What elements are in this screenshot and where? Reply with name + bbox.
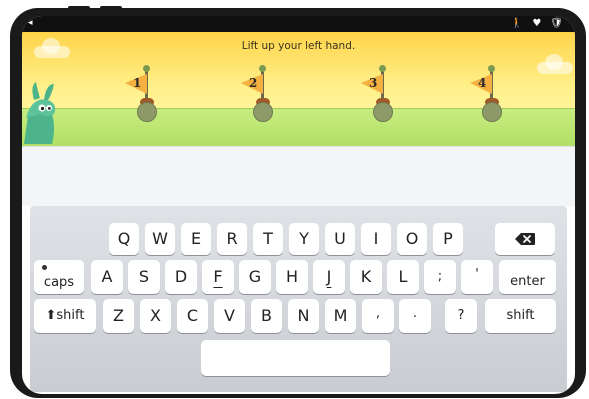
key-question[interactable]: ? [445,299,477,333]
caps-lock-indicator [42,265,47,270]
key-p[interactable]: P [433,223,463,255]
onscreen-keyboard: Q W E R T Y U I O P caps A S D F G H J K… [30,206,567,392]
key-e[interactable]: E [181,223,211,255]
flag-3-number: 3 [369,76,378,90]
heart-icon: ♥ [532,18,542,29]
flag-3-target [373,102,393,122]
key-a[interactable]: A [91,260,123,294]
shift-arrow-icon: ⬆ [45,308,57,323]
flag-1-number: 1 [133,76,142,90]
flag-1: 1 [125,65,165,128]
key-u[interactable]: U [325,223,355,255]
key-semicolon[interactable]: ; [424,260,456,294]
key-d[interactable]: D [165,260,197,294]
backspace-key[interactable] [495,223,555,255]
key-comma[interactable]: , [362,299,394,333]
key-j[interactable]: J [313,260,345,294]
space-bar[interactable] [201,340,390,376]
enter-key[interactable]: enter [499,260,556,294]
backspace-icon [515,233,535,245]
mascot-character [24,82,56,144]
flag-3: 3 [361,65,401,128]
key-z[interactable]: Z [103,299,134,333]
key-y[interactable]: Y [289,223,319,255]
key-apostrophe[interactable]: ' [461,260,493,294]
shift-right-key[interactable]: shift [485,299,556,333]
key-c[interactable]: C [177,299,208,333]
tablet-screen: ◂ 🚶 ♥ 🛡 Lift up your left hand. 1 2 3 4 … [22,16,575,394]
key-i[interactable]: I [361,223,391,255]
key-n[interactable]: N [288,299,319,333]
status-bar: ◂ 🚶 ♥ 🛡 [22,16,575,32]
key-r[interactable]: R [217,223,247,255]
key-x[interactable]: X [140,299,171,333]
key-period[interactable]: . [399,299,431,333]
key-t[interactable]: T [253,223,283,255]
key-v[interactable]: V [214,299,245,333]
flag-4-target [482,102,502,122]
key-o[interactable]: O [397,223,427,255]
status-indicator-icon: ◂ [28,18,33,28]
instruction-text: Lift up your left hand. [241,40,356,52]
flag-1-target [137,102,157,122]
key-g[interactable]: G [239,260,271,294]
cloud-right [537,54,573,74]
flag-4: 4 [470,65,510,128]
walk-icon: 🚶 [510,18,524,29]
flag-2: 2 [241,65,281,128]
shield-icon: 🛡 [550,18,563,29]
flag-4-number: 4 [478,76,487,90]
caps-lock-key[interactable]: caps [34,260,84,294]
key-w[interactable]: W [145,223,175,255]
flag-2-target [253,102,273,122]
key-s[interactable]: S [128,260,160,294]
key-h[interactable]: H [276,260,308,294]
flag-2-number: 2 [249,76,258,90]
typing-area[interactable] [22,146,575,206]
key-q[interactable]: Q [109,223,139,255]
key-b[interactable]: B [251,299,282,333]
key-l[interactable]: L [387,260,419,294]
key-f[interactable]: F [202,260,234,294]
caps-lock-label: caps [43,275,75,290]
shift-left-label: shift [56,308,85,323]
shift-left-key[interactable]: ⬆shift [34,299,96,333]
key-k[interactable]: K [350,260,382,294]
key-m[interactable]: M [325,299,356,333]
